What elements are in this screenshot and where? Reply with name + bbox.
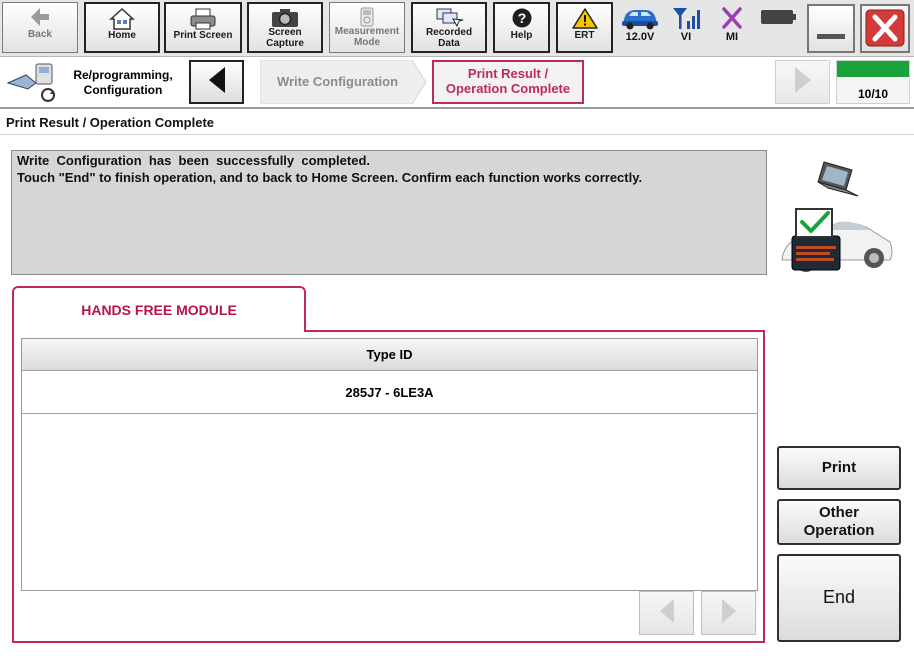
measurement-mode-button[interactable]: Measurement Mode bbox=[329, 2, 405, 53]
help-button[interactable]: ? Help bbox=[493, 2, 550, 53]
page-title: Print Result / Operation Complete bbox=[6, 115, 215, 130]
mi-status: MI bbox=[712, 5, 752, 51]
back-button[interactable]: Back bbox=[2, 2, 78, 53]
print-button[interactable]: Print bbox=[777, 446, 901, 490]
progress-fill bbox=[837, 61, 909, 77]
home-icon bbox=[86, 7, 158, 31]
end-button[interactable]: End bbox=[777, 554, 901, 642]
voltage-label: 12.0V bbox=[625, 31, 655, 43]
camera-icon bbox=[249, 7, 321, 28]
step-label: Print Result / Operation Complete bbox=[445, 66, 571, 96]
chevron-left-icon bbox=[656, 597, 678, 630]
page-next-button[interactable] bbox=[701, 591, 756, 635]
breadcrumb: Re/programming, Configuration Write Conf… bbox=[0, 57, 914, 109]
screen-capture-button[interactable]: Screen Capture bbox=[247, 2, 323, 53]
battery-icon bbox=[758, 5, 798, 31]
table-row: 285J7 - 6LE3A bbox=[22, 371, 757, 414]
toolbar: Back Home Print Screen Screen Capture Me… bbox=[0, 0, 914, 57]
mi-icon bbox=[712, 5, 752, 31]
tab-hands-free-module[interactable]: HANDS FREE MODULE bbox=[12, 286, 306, 332]
voltage-status: 12.0V bbox=[620, 5, 660, 51]
help-icon: ? bbox=[495, 7, 548, 31]
mi-label: MI bbox=[725, 31, 739, 43]
step-label: Write Configuration bbox=[276, 73, 399, 89]
check-icon bbox=[795, 208, 833, 238]
message-line-2: Touch "End" to finish operation, and to … bbox=[17, 170, 643, 185]
progress-indicator: 10/10 bbox=[836, 60, 910, 104]
completion-illustration bbox=[778, 156, 898, 282]
message-box: Write Configuration has been successfull… bbox=[11, 150, 767, 275]
step-forward-button[interactable] bbox=[775, 60, 830, 104]
chevron-left-icon bbox=[205, 65, 229, 100]
tab-label: HANDS FREE MODULE bbox=[81, 302, 237, 318]
ert-button[interactable]: ERT bbox=[556, 2, 613, 53]
step-write-configuration: Write Configuration bbox=[260, 60, 428, 104]
message-line-1: Write Configuration has been successfull… bbox=[17, 153, 370, 168]
module-panel: Type ID 285J7 - 6LE3A bbox=[12, 330, 765, 643]
signal-icon bbox=[666, 5, 706, 31]
recorded-data-button[interactable]: Recorded Data bbox=[411, 2, 487, 53]
step-print-result: Print Result / Operation Complete bbox=[432, 60, 584, 104]
vi-label: VI bbox=[680, 31, 692, 43]
other-operation-button[interactable]: Other Operation bbox=[777, 499, 901, 545]
result-table: Type ID 285J7 - 6LE3A bbox=[21, 338, 758, 591]
battery-status bbox=[758, 5, 798, 51]
printer-icon bbox=[166, 7, 240, 31]
close-button[interactable] bbox=[860, 4, 910, 53]
type-id-value: 285J7 - 6LE3A bbox=[345, 384, 434, 400]
car-icon bbox=[620, 5, 660, 31]
measurement-icon bbox=[330, 6, 404, 27]
vi-status: VI bbox=[666, 5, 706, 51]
minimize-button[interactable] bbox=[807, 4, 855, 53]
home-button[interactable]: Home bbox=[84, 2, 160, 53]
chevron-right-icon bbox=[791, 65, 815, 100]
column-header-type-id: Type ID bbox=[366, 347, 413, 362]
step-back-button[interactable] bbox=[189, 60, 244, 104]
warning-icon bbox=[558, 7, 611, 31]
recorded-data-icon bbox=[413, 7, 485, 28]
table-header: Type ID bbox=[22, 339, 757, 371]
back-arrow-icon bbox=[3, 6, 77, 30]
step-counter: 10/10 bbox=[857, 87, 889, 101]
page-prev-button[interactable] bbox=[639, 591, 694, 635]
print-screen-button[interactable]: Print Screen bbox=[164, 2, 242, 53]
svg-text:?: ? bbox=[517, 10, 526, 26]
chevron-right-icon bbox=[718, 597, 740, 630]
progress-bar bbox=[837, 61, 909, 77]
laptop-icon bbox=[817, 161, 859, 197]
section-label: Re/programming, Configuration bbox=[73, 68, 173, 97]
close-icon bbox=[865, 9, 905, 47]
title-bar: Print Result / Operation Complete bbox=[0, 111, 914, 135]
workflow-icon bbox=[6, 61, 58, 103]
